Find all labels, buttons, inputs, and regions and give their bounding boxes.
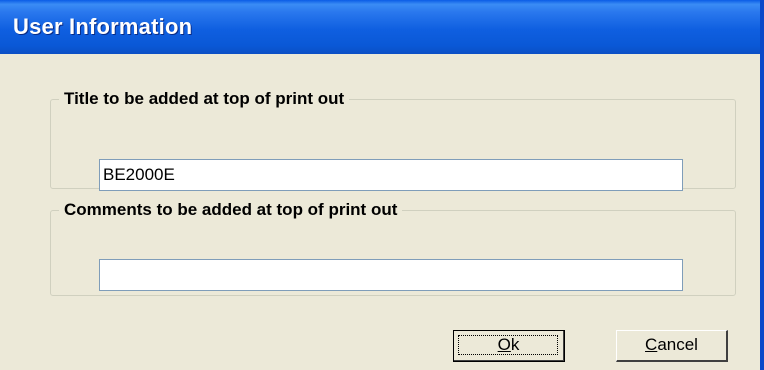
focus-rectangle bbox=[458, 335, 558, 355]
title-group: Title to be added at top of print out bbox=[50, 89, 736, 191]
dialog-body: Title to be added at top of print out Co… bbox=[0, 54, 760, 370]
comments-group-label: Comments to be added at top of print out bbox=[64, 200, 398, 219]
title-group-label: Title to be added at top of print out bbox=[64, 89, 345, 108]
ok-button[interactable]: Ok bbox=[453, 330, 565, 362]
comments-group: Comments to be added at top of print out bbox=[50, 200, 736, 296]
cancel-button[interactable]: Cancel bbox=[616, 330, 728, 362]
cancel-mnemonic: C bbox=[645, 335, 658, 354]
cancel-label-rest: ancel bbox=[657, 335, 698, 354]
comments-input[interactable] bbox=[99, 259, 683, 291]
user-information-dialog: User Information Title to be added at to… bbox=[0, 0, 764, 370]
title-bar[interactable]: User Information bbox=[0, 0, 760, 54]
window-title: User Information bbox=[13, 14, 193, 39]
title-input[interactable] bbox=[99, 159, 683, 191]
